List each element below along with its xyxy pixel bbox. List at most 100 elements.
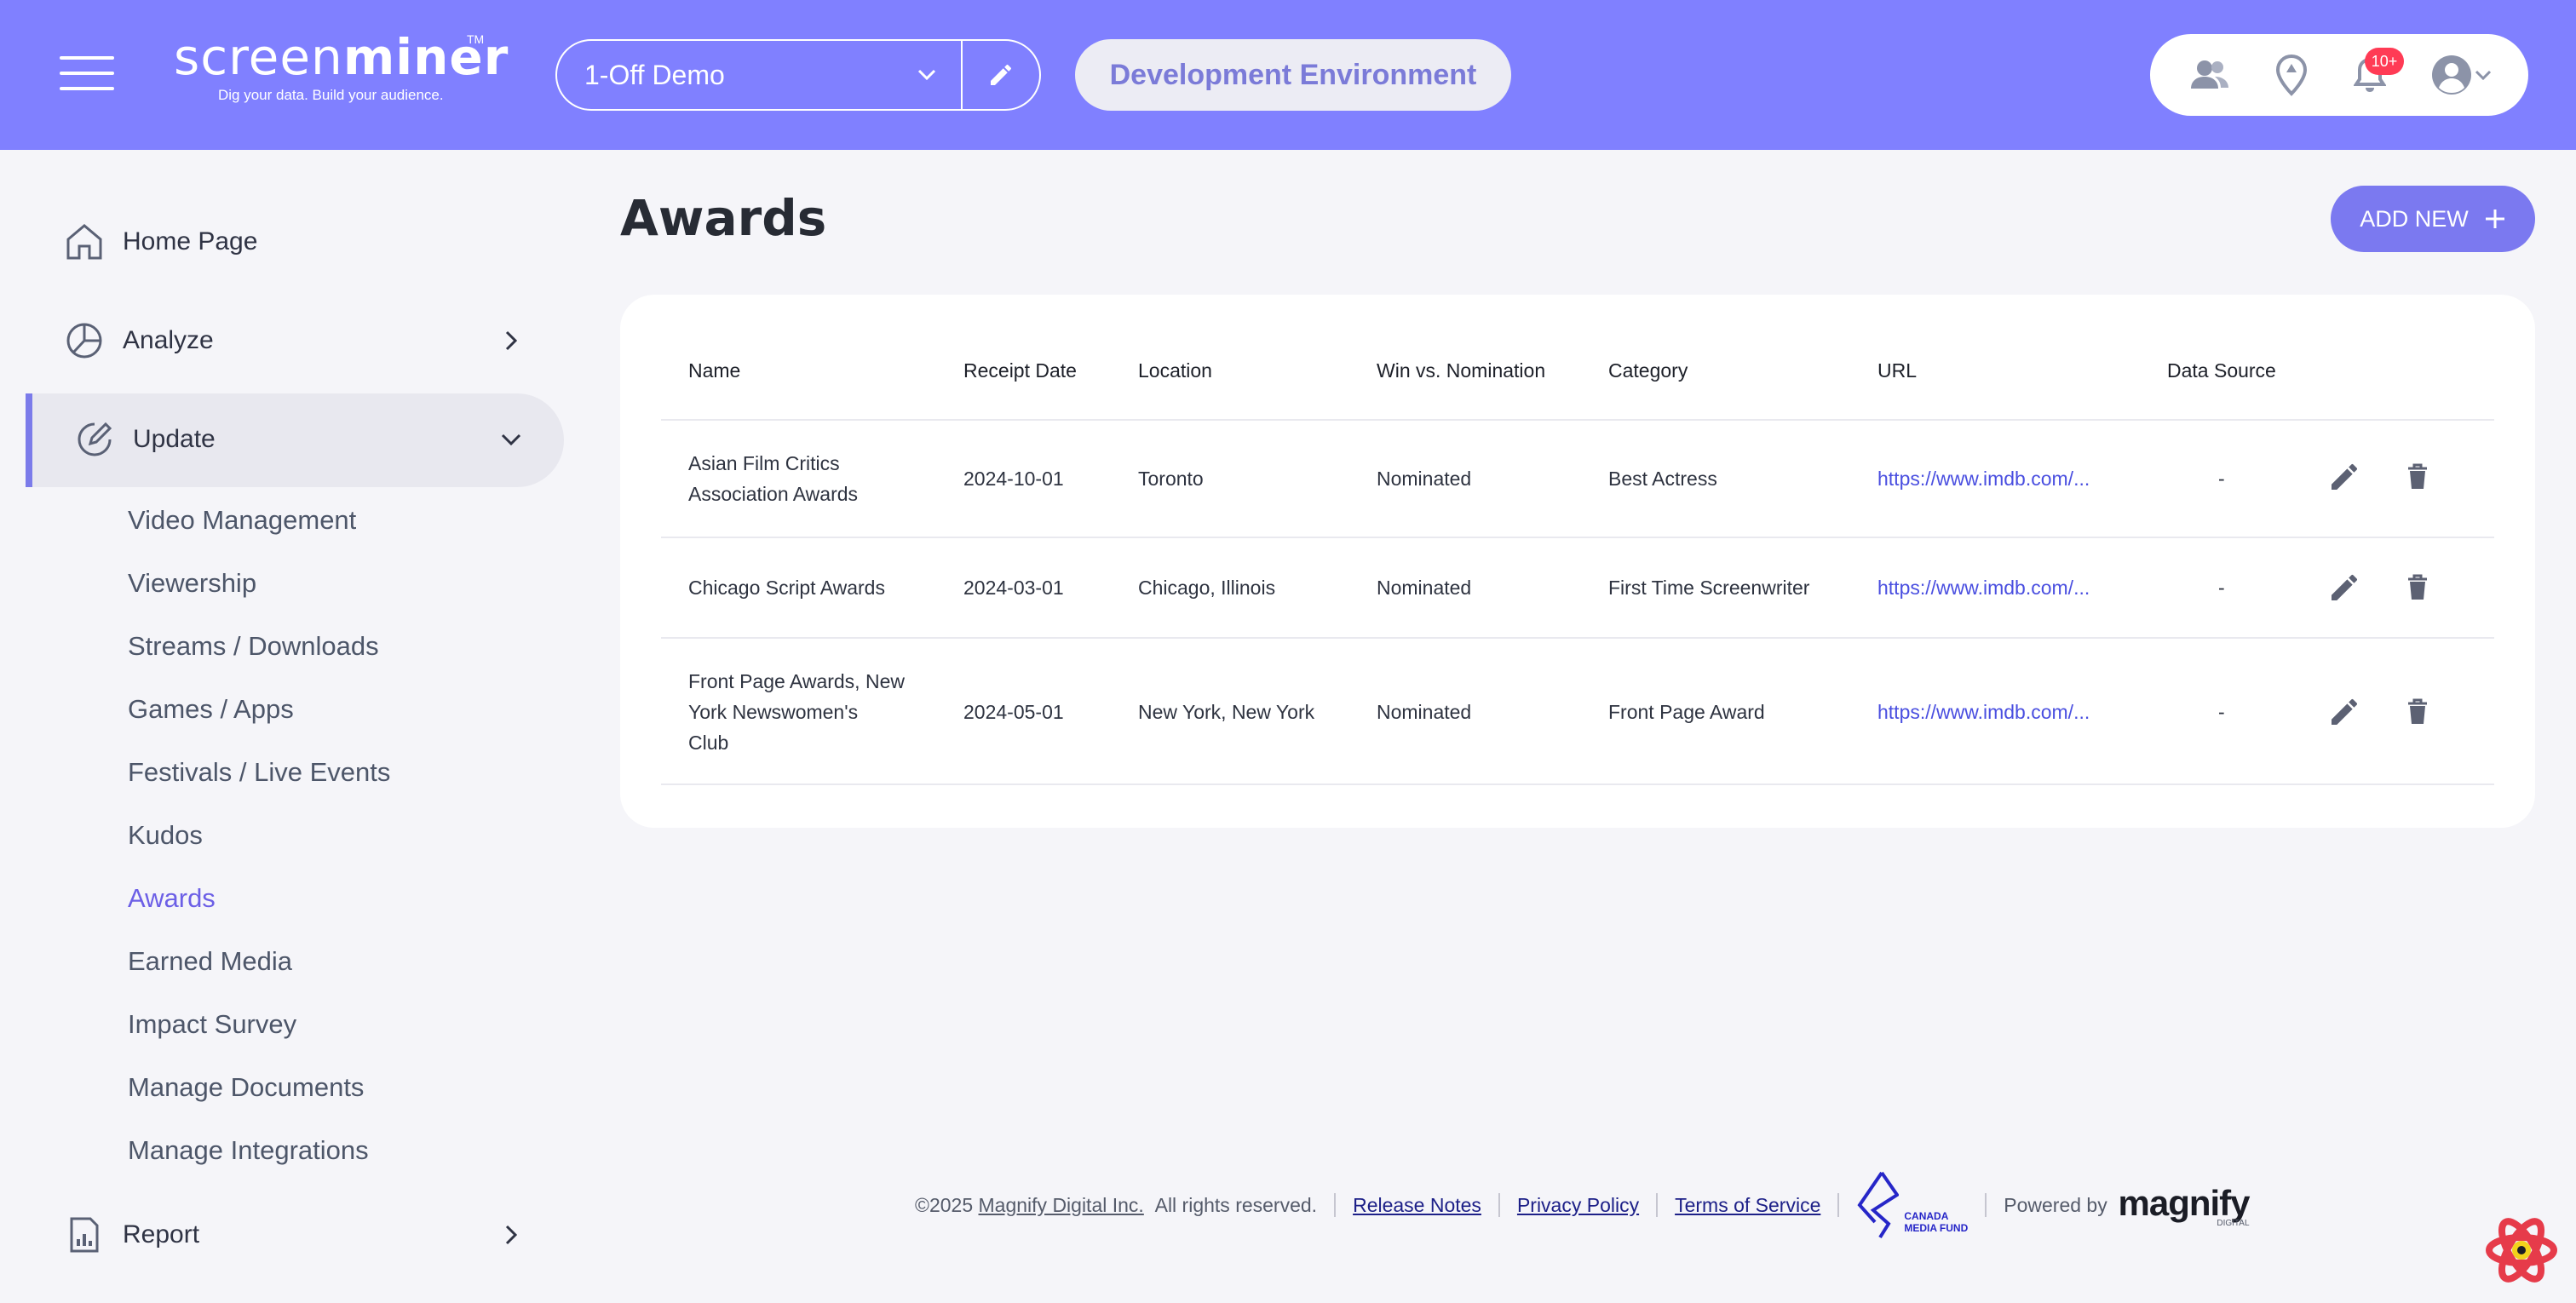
logo-trademark: TM — [467, 32, 485, 46]
edit-project-button[interactable] — [963, 41, 1039, 109]
cell-receipt-date: 2024-05-01 — [963, 701, 1064, 723]
sidebar-subitem-manage-documents[interactable]: Manage Documents — [128, 1066, 364, 1109]
column-header-url[interactable]: URL — [1877, 359, 1917, 382]
canada-media-fund-logo: CANADA MEDIA FUND — [1856, 1171, 1968, 1239]
powered-by-text: Powered by — [2004, 1193, 2107, 1216]
sidebar-subitem-manage-integrations[interactable]: Manage Integrations — [128, 1129, 369, 1172]
footer: ©2025 Magnify Digital Inc. All rights re… — [915, 1167, 2251, 1243]
trash-icon[interactable] — [2399, 569, 2436, 606]
column-header-location[interactable]: Location — [1138, 359, 1212, 382]
cell-url-link[interactable]: https://www.imdb.com/... — [1877, 463, 2090, 494]
column-header-name[interactable]: Name — [688, 359, 740, 382]
sidebar-subitem-viewership[interactable]: Viewership — [128, 562, 256, 605]
location-pin-icon[interactable] — [2269, 53, 2314, 97]
cell-category: First Time Screenwriter — [1608, 577, 1810, 599]
column-header-receipt-date[interactable]: Receipt Date — [963, 359, 1077, 382]
sidebar-subitem-streams-downloads[interactable]: Streams / Downloads — [128, 625, 379, 668]
table-row: Asian Film Critics Association Awards 202… — [661, 419, 2494, 537]
project-select[interactable]: 1-Off Demo — [555, 39, 1041, 111]
cell-data-source: - — [2218, 577, 2225, 599]
cell-name: Asian Film Critics Association Awards — [688, 448, 858, 509]
avatar-icon[interactable] — [2429, 53, 2474, 97]
top-header: screenminer TM Dig your data. Build your… — [0, 0, 2576, 150]
cell-name: Chicago Script Awards — [688, 577, 885, 599]
chevron-right-icon[interactable] — [494, 324, 528, 358]
cell-win-vs-nomination: Nominated — [1377, 577, 1472, 599]
awards-table-card: Name Receipt Date Location Win vs. Nomin… — [620, 295, 2535, 828]
footer-divider — [1985, 1193, 1987, 1217]
home-icon — [63, 221, 106, 263]
sidebar-item-label: Report — [123, 1220, 200, 1248]
notification-badge: 10+ — [2365, 48, 2404, 75]
menu-icon[interactable] — [60, 56, 114, 90]
footer-copyright: ©2025 — [915, 1193, 974, 1216]
sidebar-item-update[interactable]: Update — [73, 414, 216, 465]
cell-category: Front Page Award — [1608, 701, 1765, 723]
edit-icon[interactable] — [2326, 458, 2363, 496]
page-title: Awards — [620, 189, 827, 247]
column-header-data-source[interactable]: Data Source — [2167, 359, 2276, 382]
sidebar-item-analyze[interactable]: Analyze — [63, 315, 214, 366]
footer-divider — [1837, 1193, 1840, 1217]
magnify-logo-text: magnify — [2118, 1183, 2251, 1223]
name-line: Asian Film Critics — [688, 452, 840, 474]
cell-url-link[interactable]: https://www.imdb.com/... — [1877, 572, 2090, 603]
logo-light-text: screen — [174, 28, 343, 86]
sidebar-subitem-awards[interactable]: Awards — [128, 877, 216, 920]
sidebar-subitem-festivals-live-events[interactable]: Festivals / Live Events — [128, 751, 390, 794]
sidebar-item-home[interactable]: Home Page — [63, 216, 257, 267]
sidebar-subitem-earned-media[interactable]: Earned Media — [128, 940, 292, 983]
sidebar-subitem-kudos[interactable]: Kudos — [128, 814, 203, 857]
name-line: Front Page Awards, New — [688, 670, 905, 692]
name-line: Club — [688, 732, 729, 754]
sidebar-subitem-impact-survey[interactable]: Impact Survey — [128, 1003, 296, 1046]
pie-chart-icon — [63, 319, 106, 362]
sidebar-item-label: Home Page — [123, 227, 258, 255]
sidebar-subitem-games-apps[interactable]: Games / Apps — [128, 688, 294, 731]
trash-icon[interactable] — [2399, 693, 2436, 731]
trash-icon[interactable] — [2399, 458, 2436, 496]
edit-icon[interactable] — [2326, 693, 2363, 731]
privacy-policy-link[interactable]: Privacy Policy — [1517, 1194, 1639, 1217]
name-line: York Newswomen's — [688, 701, 859, 723]
cell-receipt-date: 2024-10-01 — [963, 468, 1064, 490]
plus-icon — [2485, 210, 2504, 228]
magnify-logo-sub: DIGITAL — [2217, 1219, 2250, 1228]
cell-win-vs-nomination: Nominated — [1377, 468, 1472, 490]
release-notes-link[interactable]: Release Notes — [1353, 1194, 1481, 1217]
cell-url-link[interactable]: https://www.imdb.com/... — [1877, 697, 2090, 727]
chevron-down-icon[interactable] — [494, 422, 528, 456]
cell-data-source: - — [2218, 701, 2225, 723]
column-header-category[interactable]: Category — [1608, 359, 1688, 382]
cell-location: Chicago, Illinois — [1138, 577, 1276, 599]
chevron-right-icon[interactable] — [494, 1218, 528, 1252]
add-new-label: ADD NEW — [2360, 205, 2469, 232]
logo[interactable]: screenminer TM Dig your data. Build your… — [174, 27, 508, 112]
terms-of-service-link[interactable]: Terms of Service — [1675, 1194, 1820, 1217]
cmf-line2: MEDIA FUND — [1904, 1222, 1969, 1234]
column-header-win-vs-nomination[interactable]: Win vs. Nomination — [1377, 359, 1545, 382]
footer-company-link[interactable]: Magnify Digital Inc. — [979, 1194, 1144, 1217]
environment-badge: Development Environment — [1075, 39, 1511, 111]
magnify-logo[interactable]: magnify DIGITAL — [2118, 1180, 2251, 1231]
cell-receipt-date: 2024-03-01 — [963, 577, 1064, 599]
table-row: Chicago Script Awards 2024-03-01 Chicago… — [661, 537, 2494, 637]
sidebar-item-report[interactable]: Report — [63, 1209, 199, 1260]
project-select-value: 1-Off Demo — [584, 59, 725, 90]
edit-icon[interactable] — [2326, 569, 2363, 606]
pencil-icon — [991, 64, 1011, 85]
cell-data-source: - — [2218, 468, 2225, 490]
add-new-button[interactable]: ADD NEW — [2331, 186, 2535, 252]
table-row: Front Page Awards, New York Newswomen's Cl… — [661, 637, 2494, 785]
cell-location: New York, New York — [1138, 701, 1315, 723]
react-devtools-icon[interactable] — [2486, 1214, 2557, 1286]
users-icon[interactable] — [2188, 53, 2232, 97]
cmf-line1: CANADA — [1904, 1210, 1949, 1222]
cell-name: Front Page Awards, New York Newswomen's Cl… — [688, 666, 905, 758]
chevron-down-icon[interactable] — [910, 69, 944, 81]
sidebar-subitem-video-management[interactable]: Video Management — [128, 499, 356, 542]
footer-divider — [1334, 1193, 1337, 1217]
cell-location: Toronto — [1138, 468, 1204, 490]
chevron-down-icon[interactable] — [2470, 53, 2496, 97]
cell-category: Best Actress — [1608, 468, 1717, 490]
